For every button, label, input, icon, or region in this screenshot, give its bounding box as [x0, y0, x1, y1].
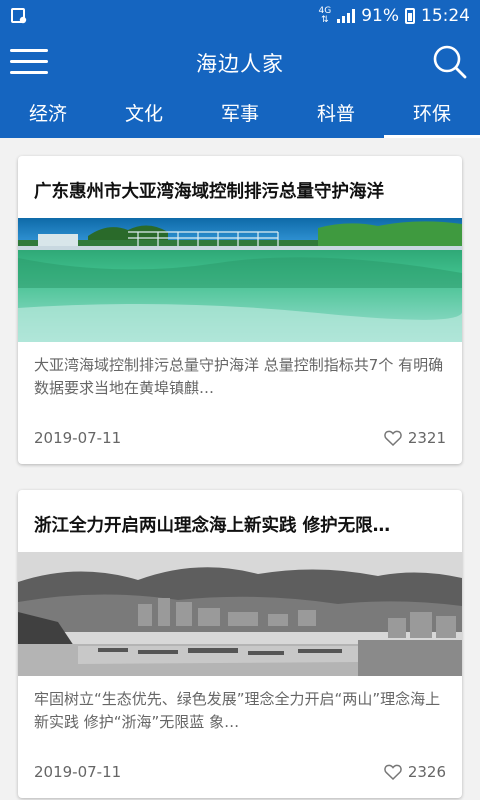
article-date: 2019-07-11 [34, 429, 122, 447]
article-summary: 大亚湾海域控制排污总量守护海洋 总量控制指标共7个 有明确数据要求当地在黄埠镇麒… [34, 356, 444, 397]
article-card[interactable]: 广东惠州市大亚湾海域控制排污总量守护海洋 大亚湾海域控制排污总量守护海洋 总量控… [18, 156, 462, 464]
article-thumbnail[interactable] [18, 552, 462, 676]
article-title[interactable]: 广东惠州市大亚湾海域控制排污总量守护海洋 [18, 156, 462, 218]
article-summary: 牢固树立“生态优先、绿色发展”理念全力开启“两山”理念海上新实践 修护“浙海”无… [34, 690, 441, 731]
category-tabs: 经济 文化 军事 科普 环保 [0, 92, 480, 138]
clock: 15:24 [421, 6, 470, 26]
tab-culture[interactable]: 文化 [96, 92, 192, 138]
screen-record-icon [11, 8, 27, 24]
network-arrows-icon: ⇅ [321, 15, 329, 25]
like-count: 2326 [407, 763, 446, 781]
article-footer: 2019-07-11 2321 [18, 412, 462, 464]
article-feed[interactable]: 广东惠州市大亚湾海域控制排污总量守护海洋 大亚湾海域控制排污总量守护海洋 总量控… [0, 138, 480, 800]
heart-icon [384, 764, 402, 780]
status-bar-left [10, 7, 28, 25]
tab-environment[interactable]: 环保 [384, 92, 480, 138]
tab-science[interactable]: 科普 [288, 92, 384, 138]
battery-icon [405, 8, 415, 24]
app-bar: 海边人家 [0, 32, 480, 92]
article-title[interactable]: 浙江全力开启两山理念海上新实践 修护无限… [18, 490, 462, 552]
tab-military[interactable]: 军事 [192, 92, 288, 138]
article-thumbnail[interactable] [18, 218, 462, 342]
network-indicator: 4G ⇅ [319, 7, 332, 25]
tab-economy[interactable]: 经济 [0, 92, 96, 138]
article-card[interactable]: 浙江全力开启两山理念海上新实践 修护无限… 牢固树立“生态优先、绿色发展”理念全… [18, 490, 462, 798]
like-count: 2321 [407, 429, 446, 447]
status-bar-right: 4G ⇅ 91% 15:24 [319, 6, 471, 26]
like-button[interactable]: 2321 [384, 429, 446, 447]
like-button[interactable]: 2326 [384, 763, 446, 781]
heart-icon [384, 430, 402, 446]
signal-icon [337, 9, 356, 23]
battery-percent: 91% [361, 6, 399, 26]
app-title: 海边人家 [196, 52, 284, 76]
article-footer: 2019-07-11 2326 [18, 746, 462, 798]
search-icon[interactable] [432, 44, 468, 80]
status-bar: 4G ⇅ 91% 15:24 [0, 0, 480, 32]
article-date: 2019-07-11 [34, 763, 122, 781]
